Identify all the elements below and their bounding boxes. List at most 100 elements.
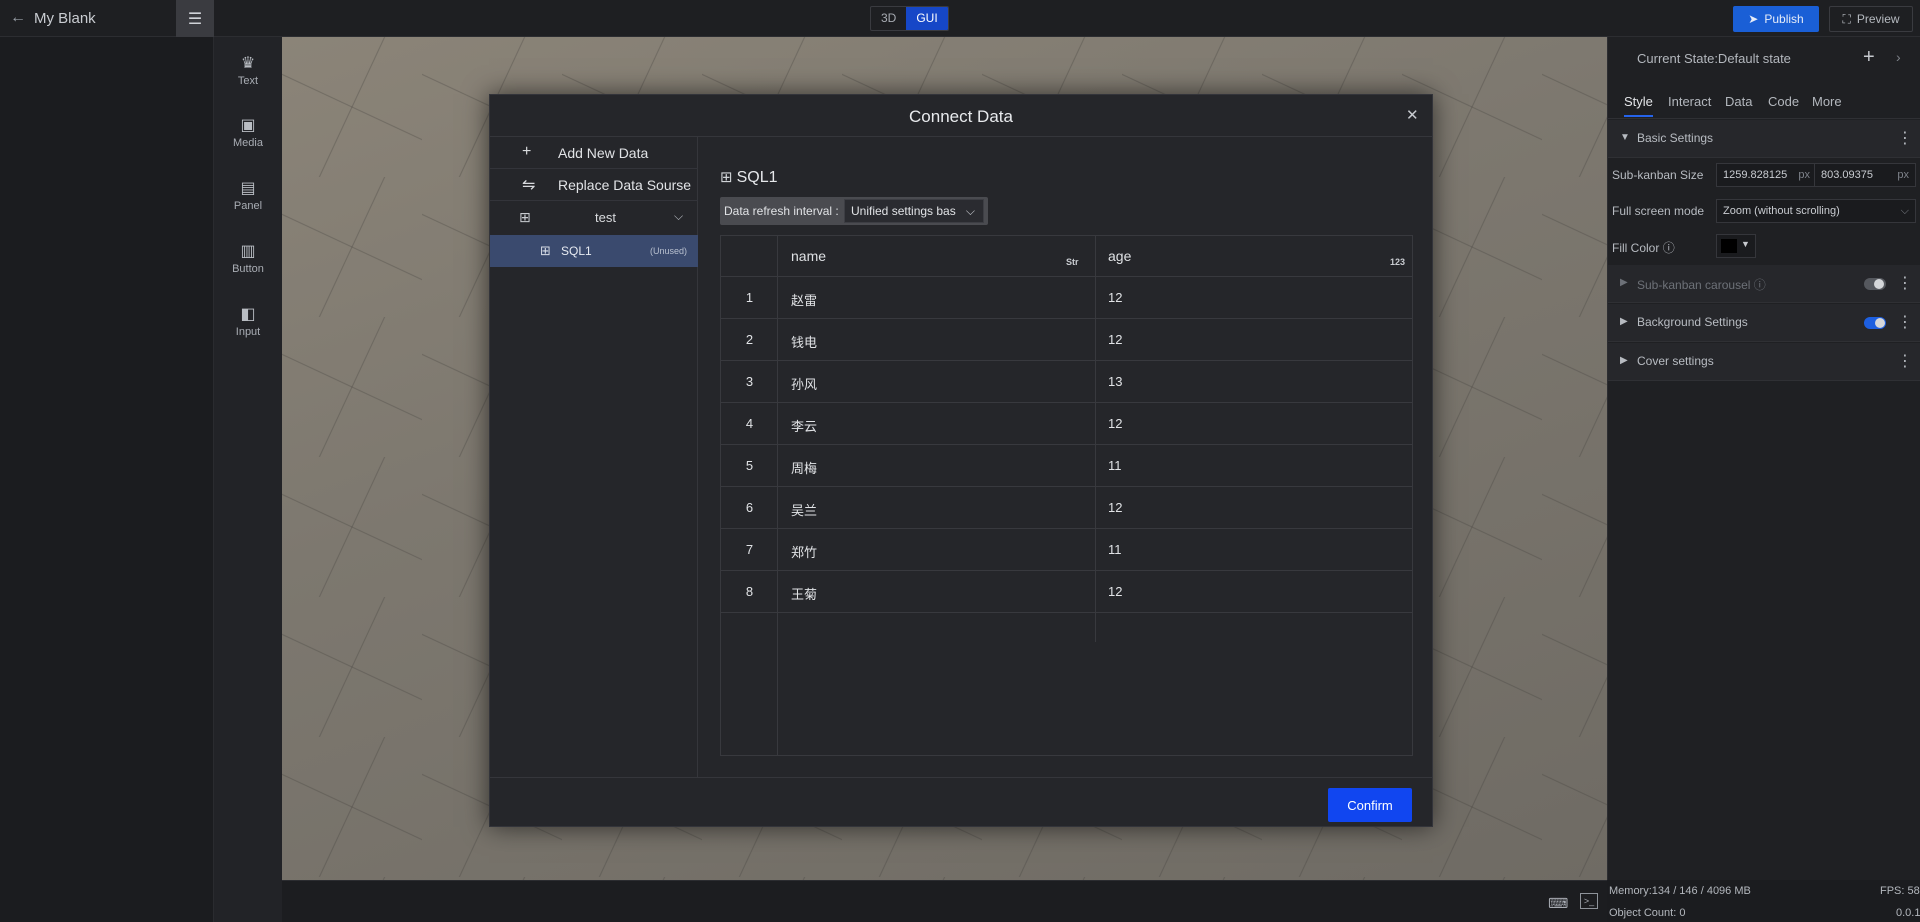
tab-interact[interactable]: Interact <box>1668 94 1711 109</box>
help-icon: ⓘ <box>1662 241 1675 255</box>
tab-data[interactable]: Data <box>1725 94 1752 109</box>
background-toggle[interactable] <box>1864 317 1886 329</box>
carousel-toggle[interactable] <box>1864 278 1886 290</box>
tree-item-sql1[interactable]: ⊞ SQL1 (Unused) <box>490 235 698 267</box>
tool-panel[interactable]: ▤ Panel <box>214 178 282 212</box>
tool-text[interactable]: ♛ Text <box>214 53 282 87</box>
unused-tag: (Unused) <box>650 246 688 256</box>
add-state-icon[interactable]: + <box>1863 46 1875 69</box>
mode-gui-button[interactable]: GUI <box>906 7 948 30</box>
tool-media[interactable]: ▣ Media <box>214 115 282 149</box>
tool-label: Input <box>235 326 261 338</box>
panel-icon: ▤ <box>240 180 256 197</box>
cell-name: 王菊 <box>791 587 818 602</box>
plus-icon: + <box>522 143 532 160</box>
current-state: Current State:Default state <box>1637 51 1791 66</box>
caret-right-icon: ▶ <box>1620 316 1628 327</box>
string-type-icon: Str <box>1066 257 1079 267</box>
section-title: Background Settings <box>1637 315 1748 329</box>
data-table: name Str age 123 1 赵雷 12 2 钱电 12 3 孙风 13 <box>720 235 1413 756</box>
chevron-down-icon: ⌵ <box>674 209 684 223</box>
section-title: Basic Settings <box>1637 131 1714 145</box>
table-row[interactable]: 1 赵雷 12 <box>721 277 1412 319</box>
refresh-interval: Data refresh interval : Unified settings… <box>720 197 988 225</box>
caret-right-icon: ▶ <box>1620 277 1628 288</box>
more-vertical-icon[interactable]: ⋮ <box>1897 312 1913 332</box>
confirm-button[interactable]: Confirm <box>1328 788 1412 822</box>
replace-label: Replace Data Sourse <box>558 177 692 193</box>
height-input[interactable]: 803.09375 px <box>1814 163 1916 187</box>
dialog-header: Connect Data ✕ <box>490 95 1432 137</box>
more-vertical-icon[interactable]: ⋮ <box>1897 351 1913 371</box>
section-cover[interactable]: ▶ Cover settings ⋮ <box>1608 343 1920 381</box>
tool-label: Panel <box>233 200 263 212</box>
chevron-right-icon[interactable]: › <box>1896 49 1901 65</box>
property-tabs: Style Interact Data Code More <box>1608 89 1920 119</box>
section-title: Cover settings <box>1637 354 1714 368</box>
menu-button[interactable]: ☰ <box>176 0 214 37</box>
carousel-text: Sub-kanban carousel <box>1637 278 1751 292</box>
table-row[interactable]: 8 王菊 12 <box>721 571 1412 613</box>
table-row[interactable]: 3 孙风 13 <box>721 361 1412 403</box>
table-row[interactable]: 2 钱电 12 <box>721 319 1412 361</box>
camera-icon: ▣ <box>240 117 256 134</box>
group-label: test <box>595 210 616 225</box>
row-index: 5 <box>745 458 754 473</box>
table-icon: ⊞ <box>519 209 531 225</box>
table-row[interactable]: 4 李云 12 <box>721 403 1412 445</box>
row-index: 8 <box>745 584 754 599</box>
section-title: Sub-kanban carousel ⓘ <box>1637 276 1766 293</box>
back-arrow-icon[interactable]: ← <box>10 9 26 27</box>
caret-right-icon: ▶ <box>1620 355 1628 366</box>
size-label: Sub-kanban Size <box>1612 168 1704 182</box>
caret-down-icon: ▼ <box>1620 132 1630 143</box>
terminal-icon[interactable]: >_ <box>1580 893 1598 909</box>
replace-data-source-button[interactable]: ⇋ Replace Data Sourse <box>490 169 698 201</box>
preview-button[interactable]: ⛶ Preview <box>1829 6 1913 32</box>
publish-button[interactable]: ➤ Publish <box>1733 6 1819 32</box>
tab-more[interactable]: More <box>1812 94 1842 109</box>
tool-button[interactable]: ▥ Button <box>214 241 282 275</box>
row-index: 3 <box>745 374 754 389</box>
table-header: name Str age 123 <box>721 236 1412 277</box>
layer-panel <box>0 37 214 922</box>
cell-age: 12 <box>1108 416 1123 431</box>
tool-label: Text <box>237 75 259 87</box>
crown-icon: ♛ <box>240 55 256 72</box>
close-icon[interactable]: ✕ <box>1406 106 1419 124</box>
tab-code[interactable]: Code <box>1768 94 1799 109</box>
mode-3d-button[interactable]: 3D <box>871 7 906 30</box>
fill-color-picker[interactable]: ▼ <box>1716 234 1756 258</box>
swap-icon: ⇋ <box>522 177 536 194</box>
tab-style[interactable]: Style <box>1624 94 1653 117</box>
width-input[interactable]: 1259.828125 px <box>1716 163 1817 187</box>
more-vertical-icon[interactable]: ⋮ <box>1897 128 1913 148</box>
table-row[interactable]: 6 吴兰 12 <box>721 487 1412 529</box>
fullscreen-select[interactable]: Zoom (without scrolling) ⌵ <box>1716 199 1916 223</box>
memory-status: Memory:134 / 146 / 4096 MB <box>1609 885 1751 897</box>
table-icon: ⊞ <box>720 169 733 186</box>
tree-group-test[interactable]: ⊞ test ⌵ <box>490 201 698 233</box>
fullscreen-icon: ⛶ <box>1842 11 1851 26</box>
tool-input[interactable]: ◧ Input <box>214 304 282 338</box>
more-vertical-icon[interactable]: ⋮ <box>1897 273 1913 293</box>
keyboard-icon[interactable]: ⌨ <box>1548 895 1568 912</box>
dialog-footer: Confirm <box>490 777 1432 827</box>
section-carousel[interactable]: ▶ Sub-kanban carousel ⓘ ⋮ <box>1608 265 1920 303</box>
section-background[interactable]: ▶ Background Settings ⋮ <box>1608 304 1920 342</box>
color-swatch <box>1721 239 1737 253</box>
table-row[interactable]: 5 周梅 11 <box>721 445 1412 487</box>
row-index: 1 <box>745 290 754 305</box>
fps-status: FPS: 58 <box>1880 885 1920 897</box>
row-index: 7 <box>745 542 754 557</box>
section-basic-settings[interactable]: ▼ Basic Settings ⋮ <box>1608 120 1920 158</box>
cell-name: 吴兰 <box>791 503 818 518</box>
table-row[interactable]: 7 郑竹 11 <box>721 529 1412 571</box>
row-index: 6 <box>745 500 754 515</box>
tool-label: Button <box>232 263 264 275</box>
cell-name: 孙风 <box>791 377 818 392</box>
refresh-select[interactable]: Unified settings bas ⌵ <box>844 199 984 223</box>
cell-age: 13 <box>1108 374 1123 389</box>
hamburger-icon: ☰ <box>187 10 203 28</box>
add-new-data-button[interactable]: + Add New Data <box>490 137 698 169</box>
